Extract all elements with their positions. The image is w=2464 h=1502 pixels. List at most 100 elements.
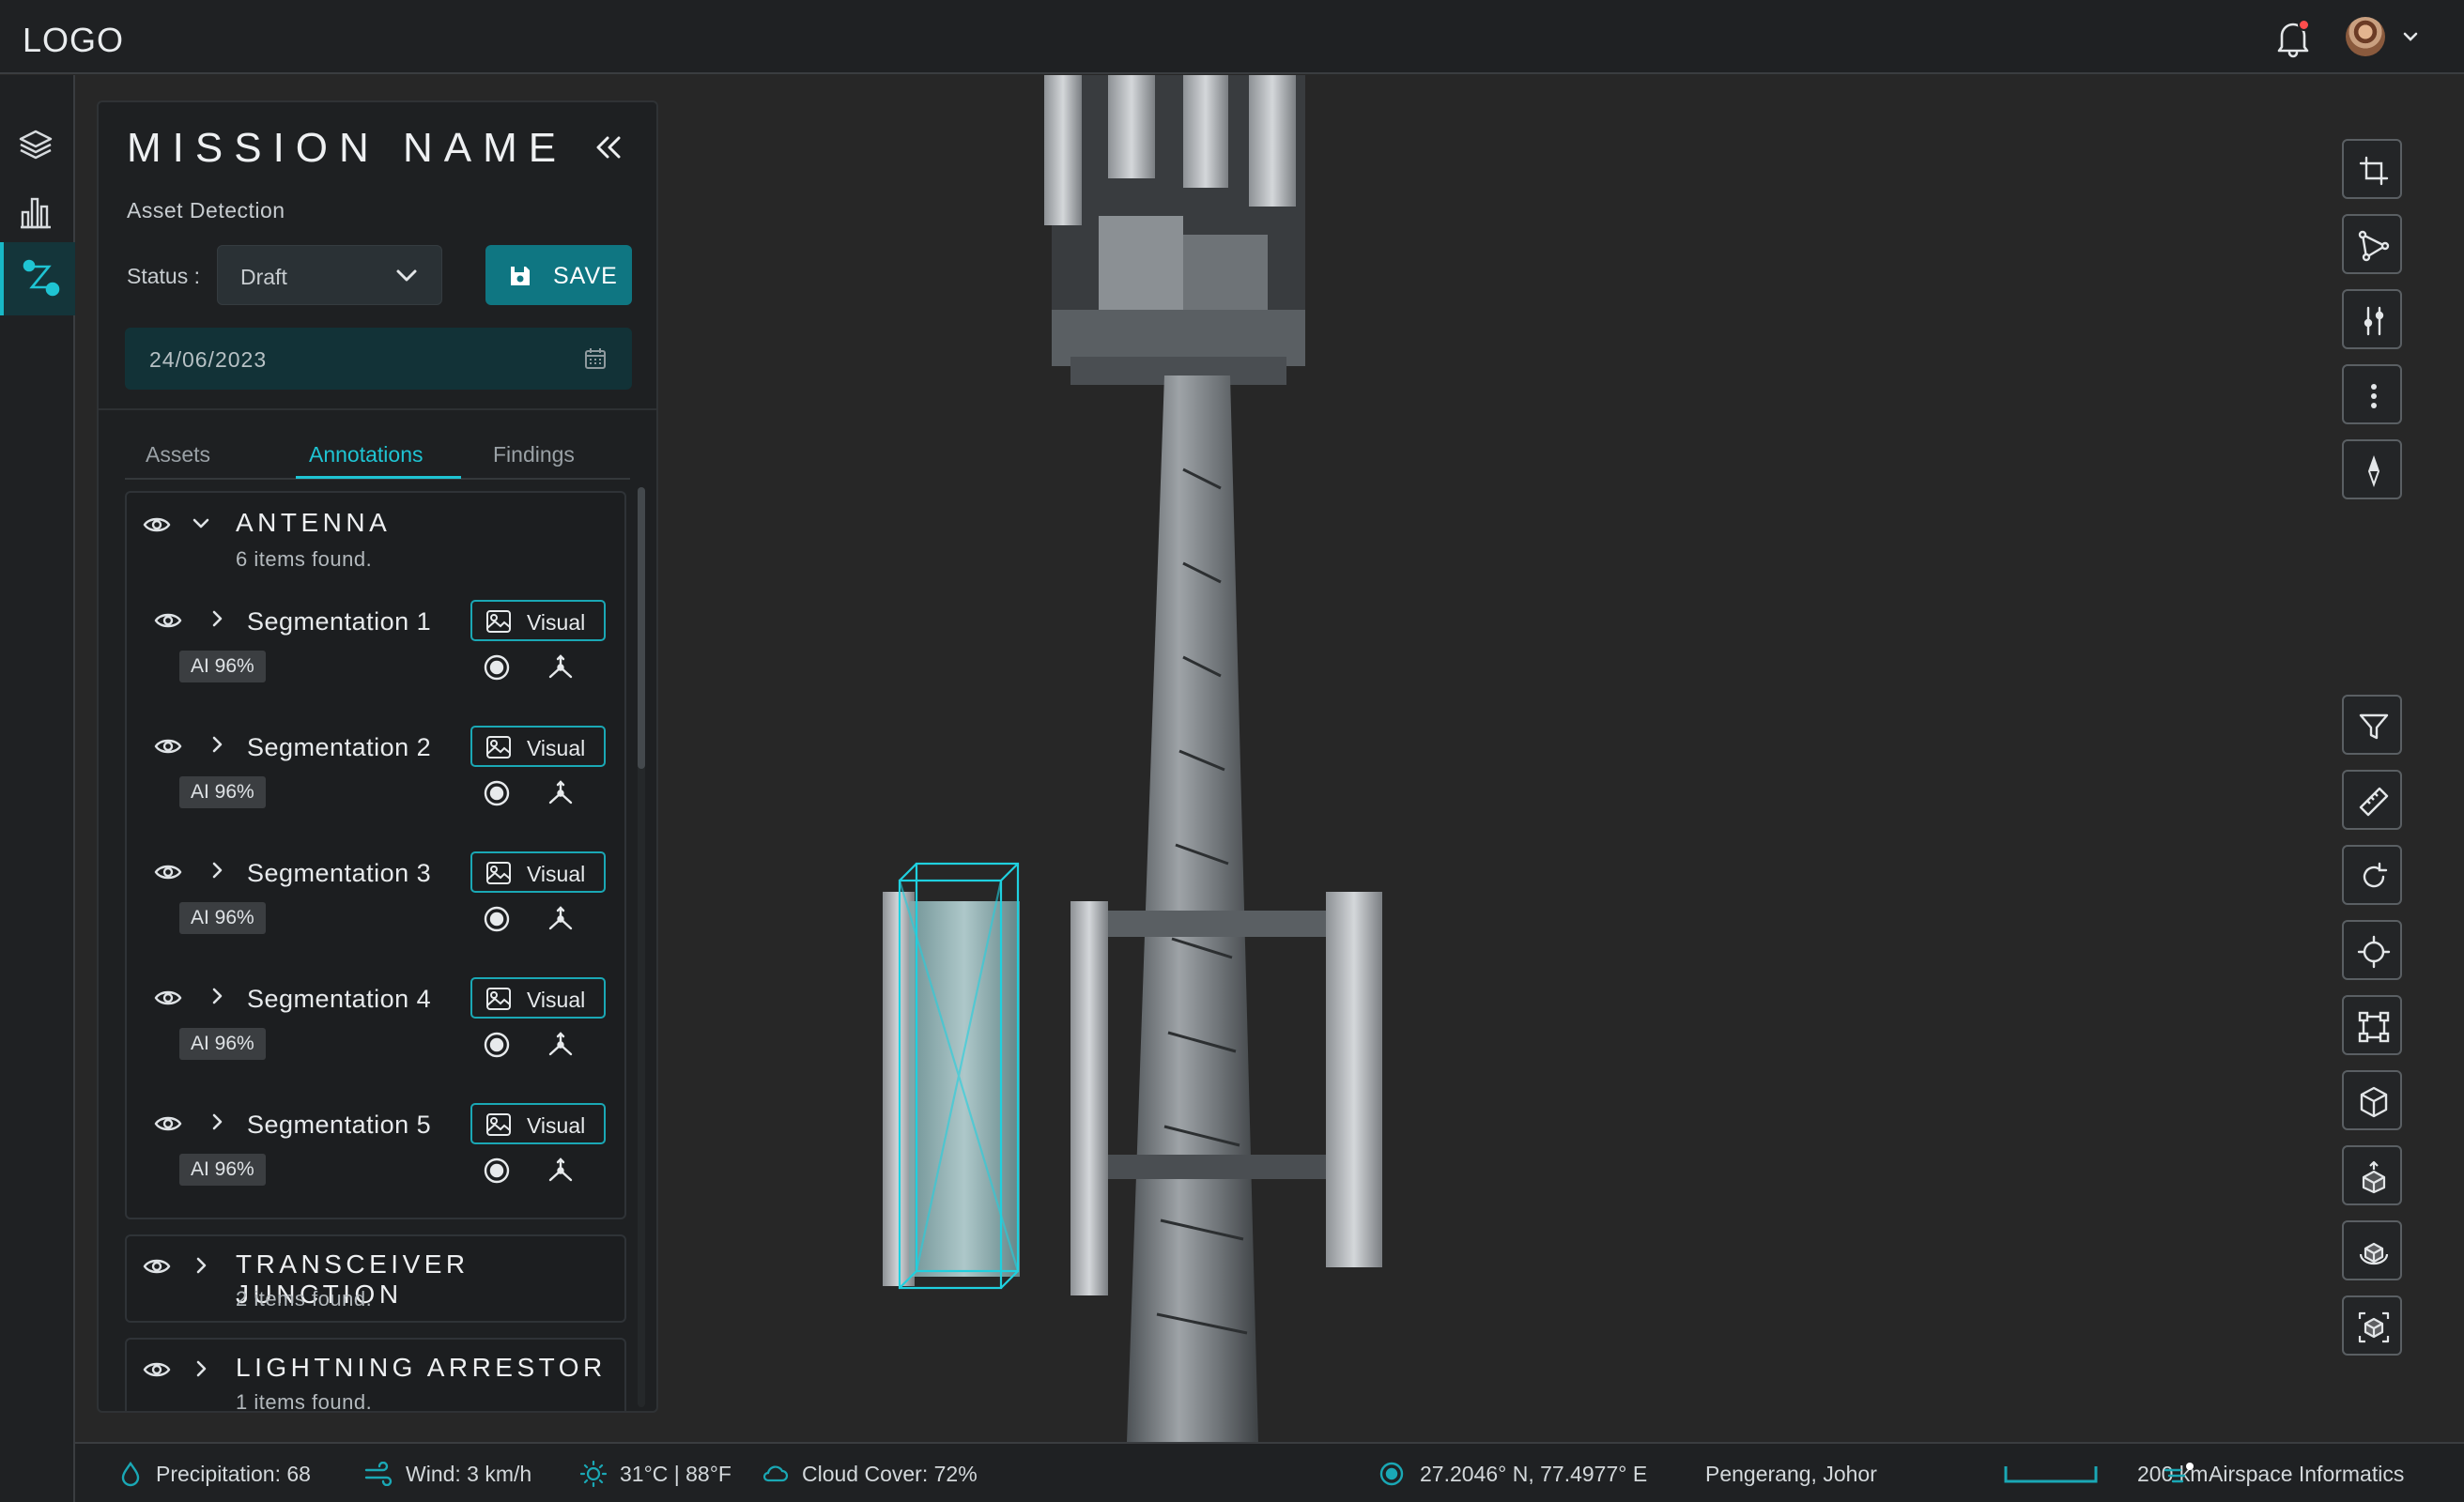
ai-confidence-badge: AI 96% [179, 1028, 266, 1060]
eye-icon[interactable] [142, 510, 172, 540]
eye-icon[interactable] [153, 605, 183, 636]
cloud-icon [762, 1465, 789, 1482]
annotation-group-lightning-arrestor[interactable]: LIGHTNING ARRESTOR 1 items found. [125, 1338, 626, 1411]
chevron-right-icon[interactable] [206, 1111, 228, 1133]
cube-orbit-button[interactable] [2342, 1220, 2402, 1280]
visual-button[interactable]: Visual [470, 851, 606, 893]
chevron-down-icon[interactable] [2400, 26, 2421, 47]
segmentation-name: Segmentation 4 [247, 985, 432, 1013]
polygon-select-icon [2358, 230, 2390, 262]
status-dropdown[interactable]: Draft [217, 245, 442, 305]
sun-icon [580, 1461, 607, 1487]
ai-confidence-badge: AI 96% [179, 902, 266, 934]
left-nav-rail [0, 75, 75, 1502]
group-title: LIGHTNING ARRESTOR [236, 1353, 607, 1382]
polygon-select-button[interactable] [2342, 214, 2402, 274]
date-value: 24/06/2023 [149, 347, 268, 372]
adjust-button[interactable] [2342, 289, 2402, 349]
target-icon[interactable] [482, 652, 512, 682]
visual-button[interactable]: Visual [470, 726, 606, 767]
tab-annotations[interactable]: Annotations [309, 442, 423, 467]
cube-focus-button[interactable] [2342, 1295, 2402, 1356]
chevron-right-icon[interactable] [189, 1356, 213, 1381]
list-item: Segmentation 3 Visual AI 96% [127, 851, 628, 977]
target-icon[interactable] [482, 778, 512, 808]
cloud-cover-readout: Cloud Cover: 72% [761, 1444, 978, 1502]
axis-gizmo-icon[interactable] [546, 778, 576, 808]
notification-bell-icon[interactable] [2274, 17, 2312, 58]
chevron-right-icon[interactable] [206, 733, 228, 756]
target-icon[interactable] [482, 1030, 512, 1060]
annotation-group-transceiver-junction[interactable]: TRANSCEIVER JUNCTION 2 items found. [125, 1234, 626, 1323]
list-item: Segmentation 4 Visual AI 96% [127, 977, 628, 1103]
bounding-box-icon [2358, 1011, 2390, 1043]
list-item: Segmentation 1 Visual AI 96% [127, 600, 628, 726]
visual-button[interactable]: Visual [470, 1103, 606, 1144]
tab-assets[interactable]: Assets [146, 442, 210, 467]
axis-gizmo-icon[interactable] [546, 1030, 576, 1060]
eye-icon[interactable] [142, 1355, 172, 1385]
eye-icon[interactable] [153, 1109, 183, 1139]
visual-button[interactable]: Visual [470, 600, 606, 641]
airspace-info-link[interactable]: Airspace Informatics [2164, 1444, 2404, 1502]
cube-icon [2360, 1086, 2388, 1118]
visual-button[interactable]: Visual [470, 977, 606, 1019]
image-icon [486, 862, 511, 884]
ai-confidence-badge: AI 96% [179, 651, 266, 682]
axis-gizmo-icon[interactable] [546, 904, 576, 934]
cube-view-button[interactable] [2342, 1070, 2402, 1130]
status-label: Status : [127, 264, 200, 288]
rail-mission-button[interactable] [0, 242, 75, 315]
crop-icon [2359, 156, 2389, 186]
target-icon[interactable] [482, 1156, 512, 1186]
locate-button[interactable] [2342, 920, 2402, 980]
3d-viewport[interactable] [657, 75, 2464, 1442]
bounding-box-button[interactable] [2342, 995, 2402, 1055]
mission-panel: MISSION NAME Asset Detection Status : Dr… [97, 100, 658, 1413]
layers-icon [19, 130, 53, 160]
eye-icon[interactable] [153, 857, 183, 887]
group-count: 2 items found. [236, 1287, 373, 1310]
axis-gizmo-icon[interactable] [546, 1156, 576, 1186]
annotation-group-antenna: ANTENNA 6 items found. Segmentation 1 Vi… [125, 491, 626, 1219]
precipitation-readout: Precipitation: 68 [118, 1444, 311, 1502]
scrollbar-thumb[interactable] [638, 487, 645, 769]
eye-icon[interactable] [142, 1251, 172, 1281]
cube-rotate-icon [2359, 1242, 2389, 1265]
bar-chart-icon [21, 197, 51, 229]
collapse-panel-icon[interactable] [589, 129, 626, 166]
compass-button[interactable] [2342, 439, 2402, 499]
wind-icon [364, 1462, 393, 1486]
cube-export-button[interactable] [2342, 1145, 2402, 1205]
calendar-icon[interactable] [583, 346, 608, 371]
date-field[interactable]: 24/06/2023 [125, 328, 632, 390]
user-avatar[interactable] [2346, 17, 2385, 56]
chevron-right-icon[interactable] [206, 607, 228, 630]
rotate-icon [2363, 862, 2388, 888]
list-item: Segmentation 2 Visual AI 96% [127, 726, 628, 851]
sliders-icon [2364, 306, 2384, 336]
target-icon[interactable] [482, 904, 512, 934]
more-options-button[interactable] [2342, 364, 2402, 424]
crop-tool-button[interactable] [2342, 139, 2402, 199]
chevron-down-icon[interactable] [189, 512, 213, 536]
chevron-right-icon[interactable] [206, 985, 228, 1007]
scale-bar-icon [2004, 1466, 2098, 1483]
eye-icon[interactable] [153, 983, 183, 1013]
save-button[interactable]: SAVE [485, 245, 632, 305]
tab-findings[interactable]: Findings [493, 442, 575, 467]
crosshair-icon [2357, 935, 2391, 969]
segmentation-name: Segmentation 1 [247, 607, 432, 636]
filter-button[interactable] [2342, 695, 2402, 755]
chevron-right-icon[interactable] [189, 1253, 213, 1278]
rail-analytics-button[interactable] [0, 178, 75, 244]
notification-dot [2298, 19, 2310, 31]
axis-gizmo-icon[interactable] [546, 652, 576, 682]
active-tab-indicator [296, 476, 461, 479]
reset-view-button[interactable] [2342, 845, 2402, 905]
rail-layers-button[interactable] [0, 111, 75, 176]
chevron-right-icon[interactable] [206, 859, 228, 881]
measure-button[interactable] [2342, 770, 2402, 830]
filter-icon [2359, 713, 2389, 740]
eye-icon[interactable] [153, 731, 183, 761]
